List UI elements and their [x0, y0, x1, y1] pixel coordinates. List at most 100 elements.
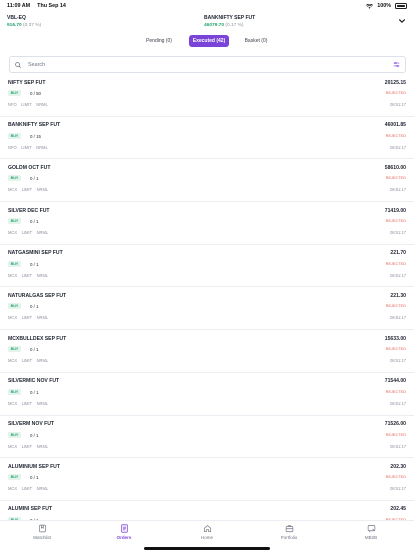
order-quantity: 0 / 15 — [30, 133, 41, 139]
wifi-icon — [366, 3, 374, 9]
order-tags: NFO LIMIT NRML — [8, 145, 48, 150]
order-side-badge: BUY — [8, 175, 21, 182]
order-tags: NFO LIMIT NRML — [8, 102, 48, 107]
order-row[interactable]: ALUMINI SEP FUT202.45BUY0 / 1REJECTEDMCX… — [0, 501, 414, 520]
order-quantity: 0 / 1 — [30, 389, 39, 395]
order-row[interactable]: NATGASMINI SEP FUT 221.70 BUY 0 / 1 REJECTED… — [0, 245, 414, 288]
order-price: 71544.00 — [384, 378, 406, 385]
order-row[interactable]: BANKNIFTY SEP FUT 46001.85 BUY 0 / 15 REJECT… — [0, 117, 414, 160]
nav-label: Watchlist — [32, 535, 52, 540]
order-exchange: NFO — [8, 102, 17, 107]
order-product: NRML — [36, 187, 49, 193]
order-product: NRML — [36, 443, 49, 449]
order-row[interactable]: SILVERM NOV FUT 71526.00 BUY 0 / 1 REJECTED M… — [0, 416, 414, 459]
order-product: NRML — [36, 230, 49, 236]
tab-basket[interactable]: Basket (0) — [240, 35, 272, 47]
nav-label: Orders — [116, 535, 132, 540]
order-product: NRML — [36, 400, 49, 406]
order-quantity: 0 / 1 — [30, 475, 39, 481]
order-exchange: MCX — [8, 358, 18, 364]
order-status: REJECTED — [385, 347, 406, 352]
order-price: 58610.00 — [384, 164, 406, 171]
order-instrument: SILVERMIC NOV FUT — [8, 378, 60, 385]
order-type: LIMIT — [21, 315, 33, 321]
order-side-badge: BUY — [8, 132, 21, 139]
order-instrument: SILVER DEC FUT — [8, 207, 50, 214]
order-row[interactable]: NIFTY SEP FUT 20125.15 BUY 0 / 50 REJECTED NF… — [0, 74, 414, 117]
briefcase-icon — [285, 525, 293, 533]
order-tags: MCX LIMIT NRML — [8, 401, 48, 406]
order-row[interactable]: ALUMINIUM SEP FUT 202.30 BUY 0 / 1 REJECTED M… — [0, 458, 414, 501]
order-row[interactable]: SILVERMIC NOV FUT 71544.00 BUY 0 / 1 REJECTE… — [0, 373, 414, 416]
order-product: NRML — [36, 358, 49, 364]
order-instrument: ALUMINI SEP FUT — [8, 506, 53, 513]
nav-home[interactable]: Home — [177, 524, 237, 540]
order-quantity: 0 / 1 — [30, 347, 39, 353]
order-product: NRML — [36, 272, 49, 278]
order-type: LIMIT — [21, 272, 33, 278]
order-time: 08:51:17 — [390, 272, 406, 278]
ticker-item-vbl[interactable]: VBL-EQ 916.70 (0.37 %) — [7, 15, 41, 28]
bookmark-icon — [38, 524, 46, 533]
nav-watchlist[interactable]: Watchlist — [12, 524, 72, 540]
order-side-badge: BUY — [8, 303, 21, 310]
tab-executed[interactable]: Executed (42) — [189, 35, 229, 47]
ticker-item-banknifty[interactable]: BANKNIFTY SEP FUT 46079.70 (0.17 %) — [204, 15, 255, 28]
order-time: 08:51:17 — [390, 230, 406, 236]
order-type: LIMIT — [21, 230, 33, 236]
order-side-badge: BUY — [8, 346, 21, 353]
status-bar: 11:09 AM Thu Sep 14 100% — [0, 0, 414, 12]
ticker-bar[interactable]: VBL-EQ 916.70 (0.37 %) BANKNIFTY SEP FUT… — [0, 12, 414, 32]
order-instrument: NATGASMINI SEP FUT — [8, 250, 63, 257]
order-instrument: GOLDM OCT FUT — [8, 164, 51, 171]
filter-icon[interactable] — [393, 61, 400, 68]
status-time: 11:09 AM — [7, 3, 31, 9]
bottom-nav: Watchlist Orders Home Portfolio MB2B — [0, 520, 414, 552]
chevron-down-icon[interactable] — [398, 17, 406, 25]
order-row[interactable]: MCXBULLDEX SEP FUT 15633.00 BUY 0 / 1 REJECT… — [0, 330, 414, 373]
order-tags: MCX LIMIT NRML — [8, 486, 48, 491]
order-type: LIMIT — [21, 144, 32, 150]
order-tags: MCX LIMIT NRML — [8, 187, 48, 192]
order-type: LIMIT — [21, 443, 33, 449]
ticker-price: 916.70 — [7, 22, 22, 28]
order-type: LIMIT — [21, 358, 33, 364]
mb2b-icon — [367, 525, 375, 533]
order-price: 202.30 — [390, 463, 406, 470]
battery-icon — [395, 3, 407, 9]
ticker-change: (0.37 %) — [23, 22, 42, 28]
order-price: 221.70 — [390, 250, 406, 257]
order-exchange: MCX — [8, 230, 18, 236]
search-input[interactable] — [28, 61, 393, 68]
order-time: 08:51:17 — [390, 486, 406, 492]
order-row[interactable]: SILVER DEC FUT 71419.00 BUY 0 / 1 REJECTED MC… — [0, 202, 414, 245]
order-tags: MCX LIMIT NRML — [8, 444, 48, 449]
order-status: REJECTED — [385, 91, 406, 95]
order-price: 202.45 — [390, 506, 406, 513]
order-product: NRML — [36, 486, 49, 492]
nav-label: Portfolio — [280, 535, 298, 540]
order-row[interactable]: GOLDM OCT FUT 58610.00 BUY 0 / 1 REJECTED MCX… — [0, 159, 414, 203]
order-row[interactable]: NATURALGAS SEP FUT 221.30 BUY 0 / 1 REJECTED… — [0, 287, 414, 331]
order-time: 08:51:17 — [390, 144, 406, 150]
order-instrument: NIFTY SEP FUT — [8, 79, 46, 86]
orders-list: NIFTY SEP FUT 20125.15 BUY 0 / 50 REJECTED NF… — [0, 74, 414, 520]
order-price: 15633.00 — [384, 335, 406, 342]
order-side-badge: BUY — [8, 90, 21, 96]
order-quantity: 0 / 1 — [30, 261, 39, 267]
order-time: 08:51:17 — [390, 443, 406, 449]
nav-orders[interactable]: Orders — [94, 524, 154, 540]
order-side-badge: BUY — [8, 218, 21, 225]
nav-portfolio[interactable]: Portfolio — [259, 524, 319, 540]
order-status: REJECTED — [385, 304, 406, 309]
tab-pending[interactable]: Pending (0) — [140, 35, 178, 47]
nav-mb2b[interactable]: MB2B — [341, 524, 401, 540]
order-type: LIMIT — [21, 400, 33, 406]
order-exchange: NFO — [8, 144, 17, 150]
status-date: Thu Sep 14 — [37, 3, 66, 9]
order-time: 08:51:17 — [390, 102, 406, 107]
order-price: 20125.15 — [384, 79, 406, 86]
order-product: NRML — [36, 315, 49, 321]
home-indicator[interactable] — [144, 547, 270, 550]
order-status: REJECTED — [385, 261, 406, 266]
